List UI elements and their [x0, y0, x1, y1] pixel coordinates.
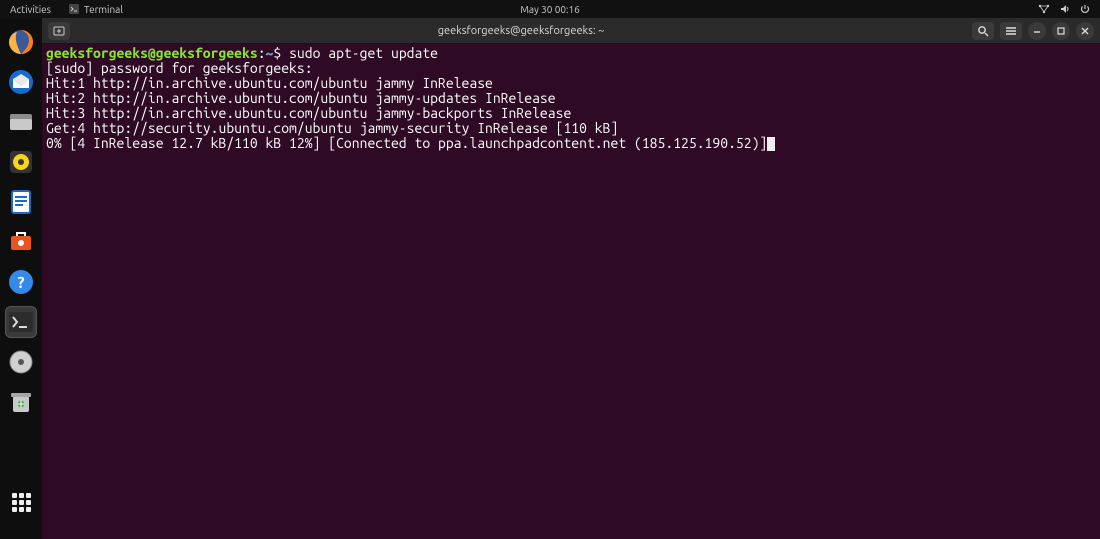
terminal-icon	[9, 312, 33, 332]
clock-label: May 30 00:16	[520, 4, 580, 15]
search-button[interactable]	[972, 22, 994, 40]
output-line: Get:4 http://security.ubuntu.com/ubuntu …	[46, 120, 618, 136]
disc-icon	[7, 348, 35, 376]
minimize-button[interactable]	[1028, 22, 1046, 40]
menu-button[interactable]	[1000, 22, 1022, 40]
dock-disc[interactable]	[5, 346, 37, 378]
help-icon: ?	[7, 268, 35, 296]
output-line: Hit:3 http://in.archive.ubuntu.com/ubunt…	[46, 105, 571, 121]
network-icon	[1038, 4, 1050, 14]
activities-label: Activities	[10, 4, 51, 15]
clock[interactable]: May 30 00:16	[520, 4, 580, 15]
new-tab-icon	[53, 26, 65, 36]
trash-icon	[8, 388, 34, 416]
svg-text:?: ?	[17, 274, 24, 292]
terminal-body[interactable]: geeksforgeeks@geeksforgeeks:~$ sudo apt-…	[42, 44, 1100, 539]
gnome-topbar: Activities Terminal May 30 00:16	[0, 0, 1100, 18]
rhythmbox-icon	[7, 148, 35, 176]
dock-software[interactable]	[5, 226, 37, 258]
dock-rhythmbox[interactable]	[5, 146, 37, 178]
system-tray[interactable]	[1038, 4, 1090, 14]
dock: ?	[0, 18, 42, 539]
files-icon	[7, 108, 35, 136]
typed-command: sudo apt-get update	[289, 45, 438, 61]
minimize-icon	[1032, 26, 1042, 36]
dock-trash[interactable]	[5, 386, 37, 418]
dock-help[interactable]: ?	[5, 266, 37, 298]
close-button[interactable]	[1076, 22, 1094, 40]
output-line: Hit:1 http://in.archive.ubuntu.com/ubunt…	[46, 75, 493, 91]
desktop: geeksforgeeks@geeksforgeeks: ~ geeksforg…	[42, 18, 1100, 539]
app-menu-label: Terminal	[84, 4, 123, 15]
dock-writer[interactable]	[5, 186, 37, 218]
dock-firefox[interactable]	[5, 26, 37, 58]
maximize-icon	[1056, 26, 1066, 36]
close-icon	[1080, 26, 1090, 36]
volume-icon	[1060, 4, 1070, 14]
maximize-button[interactable]	[1052, 22, 1070, 40]
prompt-colon: :	[258, 45, 266, 61]
writer-icon	[7, 188, 35, 216]
terminal-title: geeksforgeeks@geeksforgeeks: ~	[76, 25, 966, 37]
activities-button[interactable]: Activities	[10, 4, 51, 15]
firefox-icon	[7, 28, 35, 56]
hamburger-icon	[1005, 26, 1017, 36]
output-line: 0% [4 InRelease 12.7 kB/110 kB 12%] [Con…	[46, 135, 767, 151]
dock-files[interactable]	[5, 106, 37, 138]
software-icon	[7, 228, 35, 256]
apps-grid-icon	[12, 493, 31, 512]
output-line: Hit:2 http://in.archive.ubuntu.com/ubunt…	[46, 90, 556, 106]
terminal-cursor	[767, 137, 775, 151]
dock-thunderbird[interactable]	[5, 66, 37, 98]
terminal-appmenu-icon	[69, 4, 79, 14]
thunderbird-icon	[7, 68, 35, 96]
output-line: [sudo] password for geeksforgeeks:	[46, 60, 320, 76]
terminal-headerbar: geeksforgeeks@geeksforgeeks: ~	[42, 18, 1100, 44]
app-menu-terminal[interactable]: Terminal	[69, 4, 123, 15]
power-icon	[1080, 4, 1090, 14]
search-icon	[977, 25, 989, 37]
dock-terminal[interactable]	[5, 306, 37, 338]
new-tab-button[interactable]	[48, 22, 70, 40]
prompt-userhost: geeksforgeeks@geeksforgeeks	[46, 45, 258, 61]
show-apps-button[interactable]	[5, 493, 37, 525]
